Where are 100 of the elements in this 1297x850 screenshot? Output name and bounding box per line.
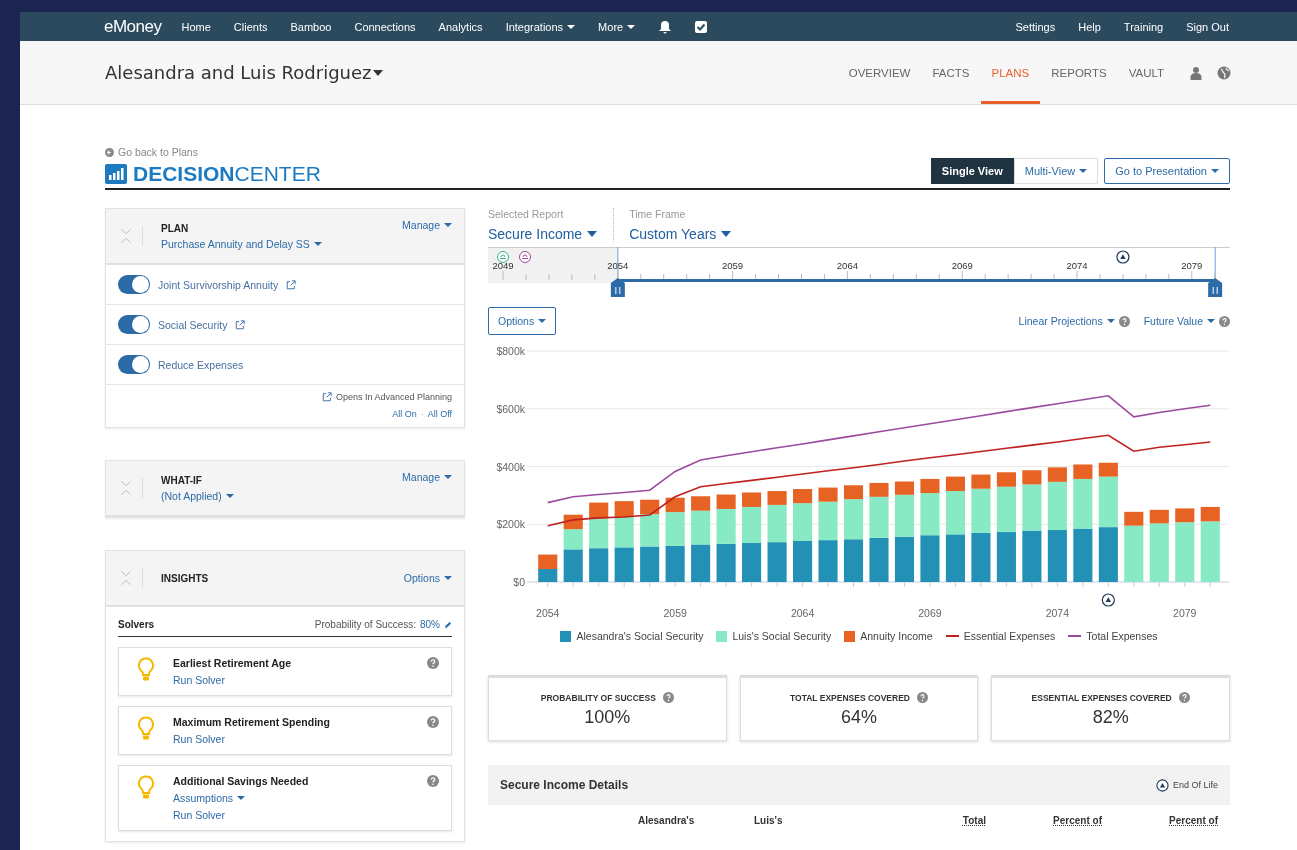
view-toggle-button[interactable]: Single View — [930, 158, 1014, 184]
projection-dropdown[interactable]: Linear Projections — [1018, 315, 1115, 327]
toggle-label: Reduce Expenses — [158, 358, 244, 371]
toggle-switch[interactable] — [118, 315, 150, 334]
timeline-year: 2054 — [607, 260, 629, 271]
bar-segment — [1022, 530, 1042, 582]
caret-icon — [721, 231, 732, 237]
checkbox-icon[interactable] — [694, 19, 709, 34]
caret-icon — [567, 24, 576, 29]
panel-heading: PLAN — [161, 222, 190, 234]
run-solver-link[interactable]: Run Solver — [173, 733, 330, 745]
bar-segment — [1073, 528, 1093, 582]
axis-label: $400k — [496, 460, 525, 473]
pencil-icon[interactable] — [444, 620, 452, 629]
sunset-icon — [519, 251, 531, 263]
nav-tab[interactable]: REPORTS — [1040, 41, 1118, 104]
axis-label: $0 — [513, 576, 525, 588]
options-dropdown[interactable]: Options — [403, 572, 452, 584]
caret-icon — [373, 69, 384, 76]
nav-tab[interactable]: VAULT — [1117, 41, 1175, 104]
end-of-life-icon — [1116, 250, 1130, 264]
bar-segment — [716, 543, 736, 582]
external-link-icon — [321, 392, 332, 402]
bar-segment — [1098, 527, 1118, 582]
toggle-switch[interactable] — [118, 275, 150, 294]
caret-icon — [444, 576, 452, 580]
stat-label: TOTAL EXPENSES COVERED — [790, 692, 910, 703]
caret-icon — [1106, 319, 1115, 323]
bar-segment — [589, 548, 609, 582]
nav-link[interactable]: Training — [1123, 20, 1164, 33]
client-name-dropdown[interactable]: Alesandra and Luis Rodriguez — [105, 41, 384, 104]
toggle-label: Social Security — [158, 318, 228, 331]
axis-label: 2079 — [1173, 607, 1197, 619]
nav-tab[interactable]: PLANS — [980, 41, 1041, 104]
all-off-link[interactable]: All Off — [427, 409, 452, 419]
nav-link[interactable]: Help — [1078, 20, 1101, 33]
bar-segment — [742, 543, 762, 582]
nav-link[interactable]: Sign Out — [1186, 20, 1229, 33]
bar-segment — [996, 532, 1016, 582]
toggle-label: Joint Survivorship Annuity — [158, 278, 279, 291]
nav-link[interactable]: More — [598, 20, 636, 33]
manage-dropdown[interactable]: Manage — [402, 219, 452, 231]
nav-link[interactable]: Connections — [354, 20, 416, 33]
nav-link[interactable]: Settings — [1015, 20, 1056, 33]
all-on-link[interactable]: All On — [392, 409, 417, 419]
bar-segment — [894, 536, 915, 582]
run-solver-link[interactable]: Run Solver — [173, 674, 292, 686]
legend-label: Luis's Social Security — [732, 630, 832, 642]
plan-dropdown[interactable]: Purchase Annuity and Delay SS — [161, 237, 322, 250]
nav-link[interactable]: Home — [181, 20, 211, 33]
end-of-life-icon — [1101, 593, 1115, 607]
legend-label: Essential Expenses — [963, 630, 1056, 642]
bar-chart-icon — [105, 164, 127, 184]
nav-tab[interactable]: OVERVIEW — [837, 41, 922, 104]
options-button[interactable]: Options — [488, 307, 557, 335]
solver-title: Additional Savings Needed — [173, 775, 309, 787]
caret-icon — [1079, 169, 1088, 173]
bar-segment — [869, 537, 889, 582]
help-icon — [1178, 692, 1190, 703]
view-toggle-button[interactable]: Multi-View — [1013, 158, 1099, 184]
time-frame-label: Time Frame — [629, 208, 687, 220]
run-solver-link[interactable]: Run Solver — [173, 809, 309, 821]
nav-link[interactable]: Bamboo — [290, 20, 332, 33]
presentation-button[interactable]: Go to Presentation — [1104, 158, 1230, 184]
bell-icon[interactable] — [658, 19, 673, 34]
back-link[interactable]: Go back to Plans — [105, 146, 1230, 158]
slider-handle[interactable] — [1208, 278, 1223, 297]
slider-handle[interactable] — [610, 278, 625, 297]
sunset-icon — [497, 251, 509, 263]
axis-label: 2074 — [1045, 607, 1070, 619]
legend-label: Annuity Income — [860, 630, 933, 642]
help-icon — [1118, 315, 1130, 327]
nav-tab[interactable]: FACTS — [921, 41, 981, 104]
axis-label: $800k — [496, 345, 525, 357]
manage-dropdown[interactable]: Manage — [402, 471, 452, 483]
nav-link[interactable]: Integrations — [505, 20, 576, 33]
details-title: Secure Income Details — [500, 778, 629, 792]
timeline-slider[interactable]: 2049 2054 2059 2064 2069 2074 2079 — [488, 247, 1230, 299]
caret-icon — [237, 796, 246, 800]
toggle-switch[interactable] — [118, 355, 150, 374]
stat-label: PROBABILITY OF SUCCESS — [540, 692, 656, 703]
report-dropdown[interactable]: Secure Income — [488, 226, 598, 242]
nav-link[interactable]: Analytics — [438, 20, 483, 33]
globe-icon[interactable] — [1217, 65, 1231, 80]
caret-icon — [313, 241, 322, 246]
person-icon[interactable] — [1189, 65, 1203, 80]
help-icon — [427, 775, 439, 787]
nav-link[interactable]: Clients — [233, 20, 268, 33]
probability-link[interactable]: 80% — [420, 619, 440, 630]
time-frame-dropdown[interactable]: Custom Years — [629, 226, 732, 242]
legend-swatch-icon — [560, 630, 572, 642]
help-icon — [917, 692, 928, 703]
value-mode-dropdown[interactable]: Future Value — [1143, 315, 1215, 327]
stat-value: 82% — [1092, 707, 1129, 728]
axis-label: 2064 — [790, 607, 815, 619]
logo[interactable]: eMoney — [104, 16, 162, 37]
assumptions-dropdown[interactable]: Assumptions — [173, 792, 309, 804]
page-title: DECISIONCENTER — [133, 162, 321, 186]
what-if-dropdown[interactable]: (Not Applied) — [161, 489, 234, 502]
timeline-year: 2059 — [722, 260, 744, 271]
